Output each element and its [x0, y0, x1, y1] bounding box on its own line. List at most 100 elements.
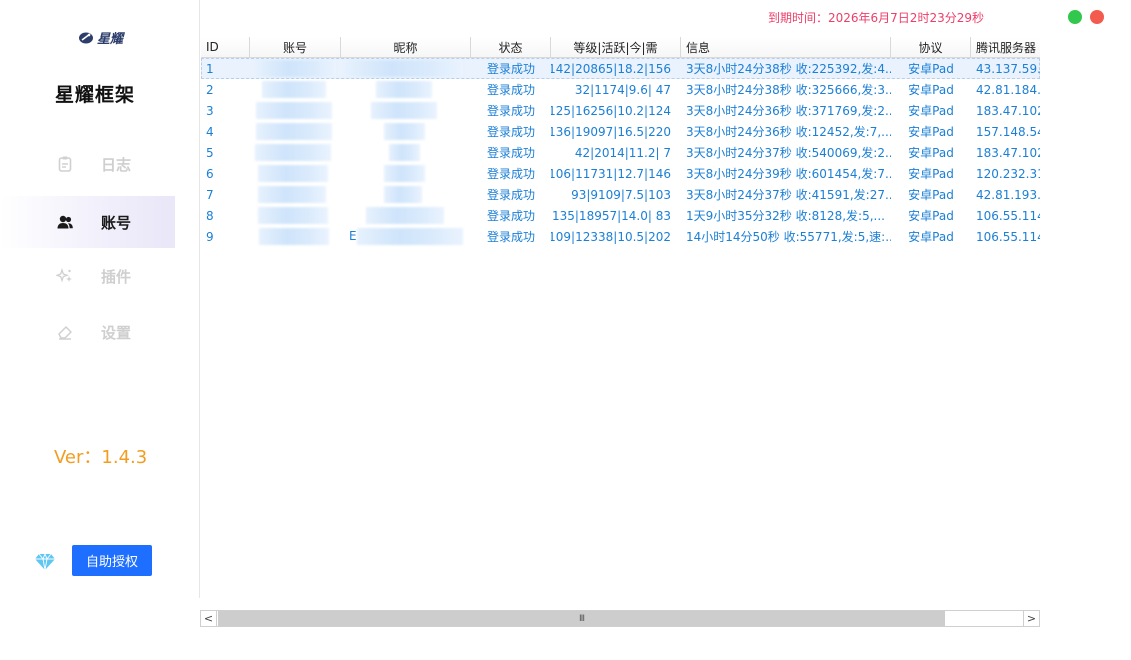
version-label: Ver：1.4.3	[54, 447, 148, 468]
cell-account	[250, 163, 341, 184]
cell-info: 3天8小时24分37秒 收:540069,发:2...	[686, 146, 891, 160]
diamond-icon	[35, 552, 55, 571]
users-icon	[57, 215, 73, 229]
nav-item-label: 设置	[101, 323, 132, 342]
cell-protocol: 安卓Pad	[908, 209, 954, 223]
cell-account	[250, 184, 341, 205]
column-header-level[interactable]: 等级|活跃|今|需	[551, 37, 681, 58]
cell-nickname	[341, 142, 471, 163]
cell-protocol: 安卓Pad	[908, 62, 954, 76]
cell-level: 106|11731|12.7|146	[551, 166, 671, 181]
nav-item-label: 账号	[101, 213, 132, 232]
column-header-info[interactable]: 信息	[681, 37, 891, 58]
cell-server: 120.232.31.	[976, 166, 1040, 181]
cell-id: 5	[206, 145, 214, 160]
minimize-button[interactable]	[1068, 10, 1082, 24]
nav-item-label: 日志	[101, 155, 132, 174]
cell-info: 3天8小时24分38秒 收:225392,发:4...	[686, 62, 891, 76]
table-row[interactable]: 7 登录成功 93|9109|7.5|103 3天8小时24分37秒 收:415…	[201, 184, 1040, 205]
nickname-prefix: E	[349, 229, 357, 243]
cell-status: 登录成功	[486, 188, 535, 202]
column-header-status[interactable]: 状态	[471, 37, 551, 58]
app-window: 星耀 星耀框架 日志 账号 插件 设置 Ver：1.4.3 自助授权 到期时间：…	[0, 0, 1131, 660]
nav-item-plugins[interactable]: 插件	[0, 250, 175, 302]
scroll-right-button[interactable]: >	[1023, 611, 1039, 626]
cell-protocol: 安卓Pad	[908, 83, 954, 97]
scroll-left-button[interactable]: <	[201, 611, 217, 626]
cell-server: 43.137.59.1	[976, 61, 1040, 76]
cell-level: 136|19097|16.5|220	[551, 124, 671, 139]
cell-server: 106.55.114.	[976, 208, 1040, 223]
star-logo-icon	[79, 32, 93, 43]
cell-info: 3天8小时24分36秒 收:12452,发:7,...	[686, 125, 891, 139]
table-row[interactable]: 5 登录成功 42|2014|11.2| 7 3天8小时24分37秒 收:540…	[201, 142, 1040, 163]
cell-id: 1	[206, 61, 214, 76]
horizontal-scrollbar[interactable]: < III >	[200, 610, 1040, 627]
sidebar: 星耀 星耀框架 日志 账号 插件 设置 Ver：1.4.3 自助授权	[0, 0, 200, 598]
cell-protocol: 安卓Pad	[908, 125, 954, 139]
cell-level: 135|18957|14.0| 83	[551, 208, 671, 223]
self-authorize-button[interactable]: 自助授权	[72, 545, 152, 576]
cell-status: 登录成功	[486, 146, 535, 160]
table-header: ID 账号 昵称 状态 等级|活跃|今|需 信息 协议 腾讯服务器	[201, 37, 1040, 58]
cell-account	[250, 79, 341, 100]
nav-item-settings[interactable]: 设置	[0, 306, 175, 358]
cell-protocol: 安卓Pad	[908, 230, 954, 244]
column-header-account[interactable]: 账号	[250, 37, 341, 58]
table-row[interactable]: 1 登录成功 142|20865|18.2|156 3天8小时24分38秒 收:…	[201, 58, 1040, 79]
cell-info: 3天8小时24分38秒 收:325666,发:3...	[686, 83, 891, 97]
cell-id: 3	[206, 103, 214, 118]
cell-info: 3天8小时24分37秒 收:41591,发:27...	[686, 188, 891, 202]
cell-id: 6	[206, 166, 214, 181]
cell-nickname	[341, 100, 471, 121]
column-header-nickname[interactable]: 昵称	[341, 37, 471, 58]
cell-info: 1天9小时35分32秒 收:8128,发:5,...	[686, 209, 885, 223]
cell-nickname	[341, 79, 471, 100]
clipboard-icon	[58, 156, 72, 172]
cell-level: 125|16256|10.2|124	[551, 103, 671, 118]
cell-protocol: 安卓Pad	[908, 188, 954, 202]
cell-account	[250, 121, 341, 142]
cell-id: 7	[206, 187, 214, 202]
cell-nickname	[341, 163, 471, 184]
cell-protocol: 安卓Pad	[908, 167, 954, 181]
cell-protocol: 安卓Pad	[908, 104, 954, 118]
table-row[interactable]: 3 登录成功 125|16256|10.2|124 3天8小时24分36秒 收:…	[201, 100, 1040, 121]
table-row[interactable]: 2 登录成功 32|1174|9.6| 47 3天8小时24分38秒 收:325…	[201, 79, 1040, 100]
cell-nickname	[341, 121, 471, 142]
nav-item-account[interactable]: 账号	[0, 196, 175, 248]
column-header-server[interactable]: 腾讯服务器	[971, 37, 1040, 58]
column-header-id[interactable]: ID	[201, 37, 250, 58]
cell-status: 登录成功	[486, 230, 535, 244]
column-header-protocol[interactable]: 协议	[891, 37, 971, 58]
cell-level: 93|9109|7.5|103	[571, 187, 671, 202]
cell-info: 3天8小时24分36秒 收:371769,发:2...	[686, 104, 891, 118]
cell-nickname	[341, 58, 471, 79]
close-button[interactable]	[1090, 10, 1104, 24]
cell-server: 42.81.184.8	[976, 82, 1040, 97]
cell-nickname	[341, 205, 471, 226]
logo: 星耀	[78, 28, 123, 47]
cell-status: 登录成功	[486, 209, 535, 223]
cell-account	[250, 58, 341, 79]
cell-account	[250, 142, 341, 163]
cell-protocol: 安卓Pad	[908, 146, 954, 160]
table-row[interactable]: 6 登录成功 106|11731|12.7|146 3天8小时24分39秒 收:…	[201, 163, 1040, 184]
cell-status: 登录成功	[486, 83, 535, 97]
cell-account	[250, 205, 341, 226]
table-row[interactable]: 8 登录成功 135|18957|14.0| 83 1天9小时35分32秒 收:…	[201, 205, 1040, 226]
table-row[interactable]: 4 登录成功 136|19097|16.5|220 3天8小时24分36秒 收:…	[201, 121, 1040, 142]
cell-server: 106.55.114.	[976, 229, 1040, 244]
cell-server: 183.47.102.	[976, 103, 1040, 118]
scroll-thumb[interactable]: III	[218, 611, 945, 626]
cell-id: 8	[206, 208, 214, 223]
cell-status: 登录成功	[486, 125, 535, 139]
cell-nickname: E	[341, 226, 471, 247]
cell-server: 42.81.193.2	[976, 187, 1040, 202]
cell-level: 142|20865|18.2|156	[551, 61, 671, 76]
nav-item-log[interactable]: 日志	[0, 138, 175, 190]
table-body: 1 登录成功 142|20865|18.2|156 3天8小时24分38秒 收:…	[201, 58, 1040, 247]
eraser-icon	[58, 326, 72, 340]
table-row[interactable]: 9 E 登录成功 109|12338|10.5|202 14小时14分50秒 收…	[201, 226, 1040, 247]
accounts-table: ID 账号 昵称 状态 等级|活跃|今|需 信息 协议 腾讯服务器 1 登录成功…	[201, 37, 1040, 247]
